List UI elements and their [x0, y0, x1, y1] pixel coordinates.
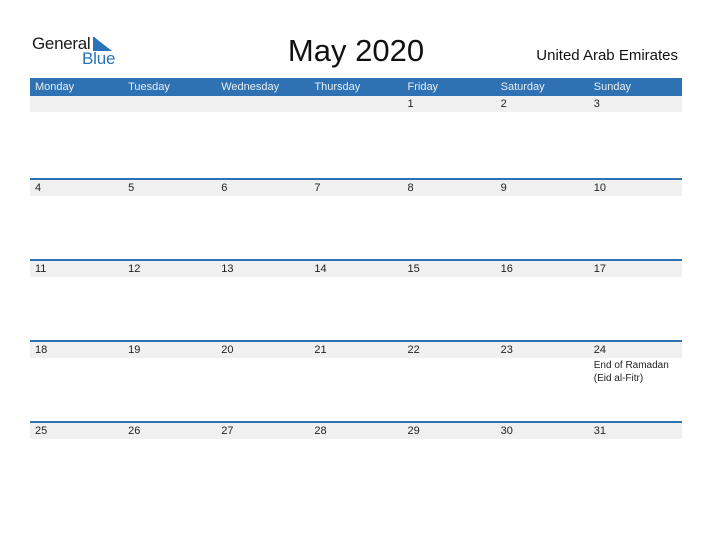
date-strip: 11 12 13 14 15 16 17 — [30, 261, 682, 277]
week-row: 25 26 27 28 29 30 31 — [30, 421, 682, 502]
day-number: 28 — [314, 425, 327, 437]
day-cell-body — [496, 439, 589, 440]
day-number: 8 — [407, 182, 414, 194]
day-cell-body — [216, 358, 309, 385]
day-number: 7 — [314, 182, 321, 194]
calendar-grid: Monday Tuesday Wednesday Thursday Friday… — [30, 78, 682, 502]
day-number — [309, 96, 402, 112]
day-cell-body — [216, 277, 309, 278]
day-cell-body — [123, 277, 216, 278]
day-number: 5 — [128, 182, 135, 194]
day-number: 26 — [128, 425, 141, 437]
day-number: 25 — [35, 425, 48, 437]
day-cell-body — [123, 196, 216, 197]
day-cell-body — [496, 196, 589, 197]
day-cell-body — [403, 112, 496, 113]
day-cell-body — [30, 112, 123, 113]
weekday-saturday: Saturday — [500, 81, 545, 93]
day-number: 2 — [500, 98, 507, 110]
events-row: End of Ramadan (Eid al-Fitr) — [30, 358, 682, 385]
day-number: 13 — [221, 263, 234, 275]
weekday-monday: Monday — [35, 81, 75, 93]
day-cell-body — [589, 277, 682, 278]
day-number: 22 — [407, 344, 420, 356]
day-cell-body — [30, 277, 123, 278]
country-name: United Arab Emirates — [536, 47, 678, 64]
week-row: 18 19 20 21 22 23 24 End of Ramadan (Eid al-Fit… — [30, 340, 682, 421]
day-number — [216, 96, 309, 112]
day-cell-body — [403, 358, 496, 385]
weekday-sunday: Sunday — [593, 81, 632, 93]
events-row — [30, 439, 682, 440]
day-cell-body — [309, 112, 402, 113]
day-cell-body — [496, 112, 589, 113]
day-number: 12 — [128, 263, 141, 275]
day-cell-body — [589, 196, 682, 197]
day-cell-body — [496, 358, 589, 385]
day-cell-body — [216, 196, 309, 197]
day-number: 20 — [221, 344, 234, 356]
day-number — [30, 96, 123, 112]
day-number: 19 — [128, 344, 141, 356]
weekday-thursday: Thursday — [314, 81, 361, 93]
week-row: 1 2 3 — [30, 96, 682, 178]
day-cell-body — [309, 277, 402, 278]
week-row: 11 12 13 14 15 16 17 — [30, 259, 682, 340]
day-cell-body — [30, 358, 123, 385]
day-cell-body — [123, 358, 216, 385]
day-cell-body — [309, 439, 402, 440]
day-number — [123, 96, 216, 112]
date-strip: 25 26 27 28 29 30 31 — [30, 423, 682, 439]
week-row: 4 5 6 7 8 9 10 — [30, 178, 682, 259]
day-number: 15 — [407, 263, 420, 275]
weekday-header: Monday Tuesday Wednesday Thursday Friday… — [30, 78, 682, 96]
day-number: 10 — [593, 182, 606, 194]
day-number: 21 — [314, 344, 327, 356]
day-cell-body — [216, 112, 309, 113]
day-number: 31 — [593, 425, 606, 437]
day-cell-body — [123, 439, 216, 440]
day-number: 27 — [221, 425, 234, 437]
weekday-wednesday: Wednesday — [221, 81, 280, 93]
day-cell-body — [309, 358, 402, 385]
day-number: 14 — [314, 263, 327, 275]
holiday-event: End of Ramadan (Eid al-Fitr) — [593, 360, 669, 384]
day-cell-body — [403, 277, 496, 278]
day-number: 1 — [407, 98, 414, 110]
day-number: 30 — [500, 425, 513, 437]
day-cell-body — [403, 439, 496, 440]
day-cell-body — [30, 439, 123, 440]
day-number: 11 — [35, 263, 47, 275]
events-row — [30, 112, 682, 113]
day-cell-body — [30, 196, 123, 197]
weekday-friday: Friday — [407, 81, 439, 93]
day-number: 17 — [593, 263, 606, 275]
day-number: 6 — [221, 182, 228, 194]
day-cell-body — [403, 196, 496, 197]
date-strip: 18 19 20 21 22 23 24 — [30, 342, 682, 358]
day-number: 29 — [407, 425, 420, 437]
day-cell-body — [216, 439, 309, 440]
date-strip: 1 2 3 — [30, 96, 682, 112]
day-number: 24 — [593, 344, 606, 356]
date-strip: 4 5 6 7 8 9 10 — [30, 180, 682, 196]
day-cell-body — [589, 439, 682, 440]
weekday-tuesday: Tuesday — [128, 81, 170, 93]
day-number: 18 — [35, 344, 48, 356]
day-number: 23 — [500, 344, 513, 356]
day-cell-body — [123, 112, 216, 113]
day-number: 16 — [500, 263, 513, 275]
day-cell-body — [589, 112, 682, 113]
day-number: 9 — [500, 182, 507, 194]
day-cell-body — [309, 196, 402, 197]
day-number: 3 — [593, 98, 600, 110]
events-row — [30, 196, 682, 197]
weeks-container: 1 2 3 4 5 6 7 8 9 10 11 12 13 14 15 16 17 18 19 20 21 22 23 24 E… — [30, 96, 682, 502]
day-cell-body — [496, 277, 589, 278]
events-row — [30, 277, 682, 278]
day-number: 4 — [35, 182, 42, 194]
